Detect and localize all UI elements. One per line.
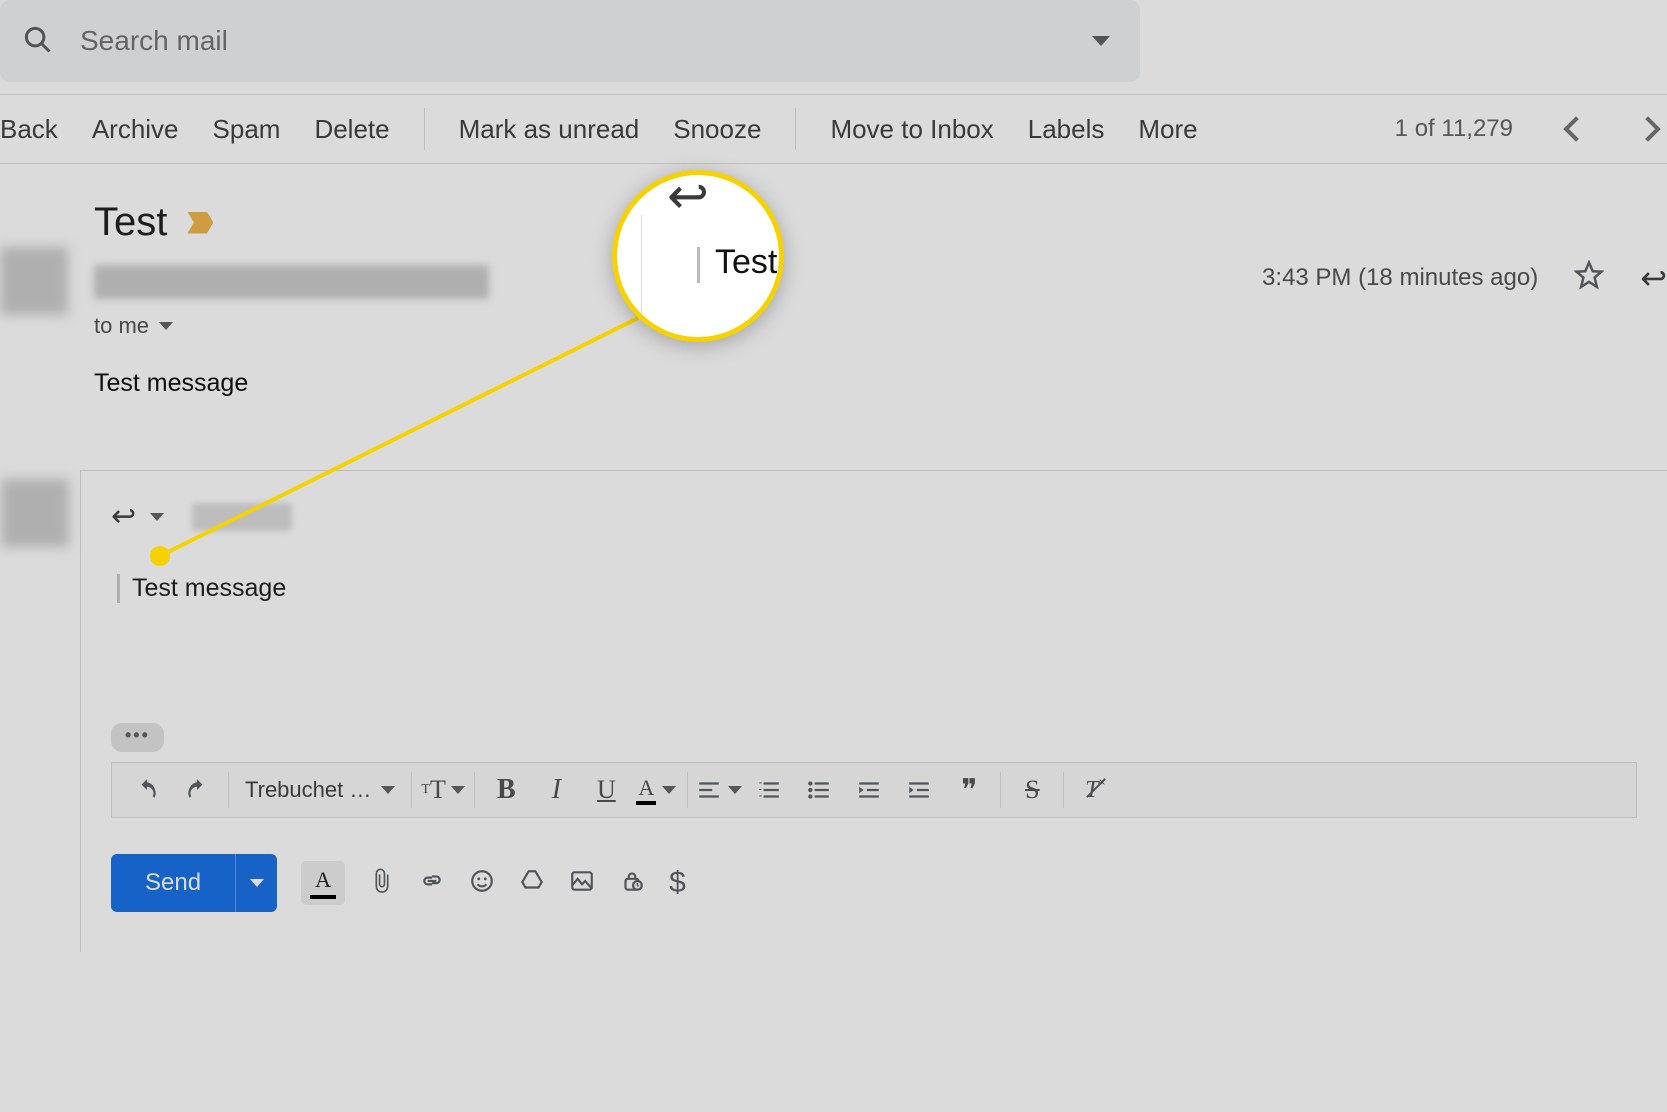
mark-unread-button[interactable]: Mark as unread — [459, 114, 640, 145]
attach-file-icon[interactable] — [369, 868, 395, 899]
important-marker-icon[interactable] — [187, 212, 213, 234]
email-subject: Test — [94, 200, 167, 245]
font-size-button[interactable]: TT — [418, 763, 468, 817]
formatting-options-button[interactable]: A — [301, 861, 345, 905]
quote-button[interactable]: ❞ — [944, 763, 994, 817]
show-trimmed-content-button[interactable]: ••• — [111, 723, 164, 752]
recipient-line[interactable]: to me — [94, 313, 1667, 339]
insert-drive-icon[interactable] — [519, 868, 545, 899]
indent-more-button[interactable] — [894, 763, 944, 817]
toolbar-separator — [424, 108, 425, 150]
reply-mode-dropdown-icon[interactable] — [150, 513, 164, 521]
insert-photo-icon[interactable] — [569, 868, 595, 899]
underline-button[interactable]: U — [581, 763, 631, 817]
align-button[interactable] — [694, 763, 744, 817]
search-options-dropdown[interactable] — [1092, 36, 1110, 46]
search-icon — [22, 24, 52, 59]
toolbar-separator — [795, 108, 796, 150]
send-button[interactable]: Send — [111, 854, 235, 912]
to-label: to me — [94, 313, 149, 339]
magnifier-callout: ↩ Test — [612, 170, 784, 342]
sender-name-redacted — [94, 265, 489, 299]
remove-formatting-button[interactable]: T× — [1070, 763, 1120, 817]
reply-recipient-redacted — [192, 503, 292, 531]
insert-link-icon[interactable] — [419, 868, 445, 899]
mag-reply-icon: ↩ — [667, 170, 709, 225]
indent-less-button[interactable] — [844, 763, 894, 817]
redo-button[interactable] — [172, 763, 222, 817]
reply-compose-box[interactable]: ↩ Test message ••• Trebuchet … TT B I U … — [80, 470, 1667, 952]
reply-icon[interactable]: ↩ — [1640, 259, 1667, 297]
italic-button[interactable]: I — [531, 763, 581, 817]
subject-row: Test — [0, 164, 1667, 265]
email-timestamp: 3:43 PM (18 minutes ago) — [1262, 264, 1538, 292]
magnifier-text: Test — [715, 243, 777, 282]
send-row: Send A $ — [111, 854, 1637, 912]
search-input[interactable] — [80, 25, 1064, 57]
callout-dot — [150, 546, 170, 566]
strikethrough-button[interactable]: S — [1007, 763, 1057, 817]
snooze-button[interactable]: Snooze — [673, 114, 761, 145]
archive-button[interactable]: Archive — [92, 114, 179, 145]
action-toolbar: Back Archive Spam Delete Mark as unread … — [0, 94, 1667, 164]
labels-button[interactable]: Labels — [1028, 114, 1105, 145]
insert-money-icon[interactable]: $ — [669, 866, 686, 900]
back-button[interactable]: Back — [0, 114, 58, 145]
undo-button[interactable] — [122, 763, 172, 817]
star-button[interactable] — [1574, 260, 1604, 297]
message-counter: 1 of 11,279 — [1395, 115, 1513, 143]
reply-mode-icon[interactable]: ↩ — [111, 499, 136, 534]
bulleted-list-button[interactable] — [794, 763, 844, 817]
font-family-select[interactable]: Trebuchet … — [235, 777, 405, 803]
delete-button[interactable]: Delete — [314, 114, 389, 145]
spam-button[interactable]: Spam — [213, 114, 281, 145]
prev-message-button[interactable] — [1557, 104, 1595, 155]
sender-block: to me 3:43 PM (18 minutes ago) ↩ — [0, 265, 1667, 339]
send-button-group: Send — [111, 854, 277, 912]
email-body: Test message — [0, 339, 1667, 398]
bold-button[interactable]: B — [481, 763, 531, 817]
my-avatar — [1, 479, 69, 547]
numbered-list-button[interactable] — [744, 763, 794, 817]
move-to-inbox-button[interactable]: Move to Inbox — [830, 114, 993, 145]
confidential-mode-icon[interactable] — [619, 868, 645, 899]
show-details-dropdown-icon[interactable] — [159, 322, 173, 330]
sender-avatar — [0, 247, 68, 315]
formatting-toolbar: Trebuchet … TT B I U A ❞ S T× — [111, 762, 1637, 818]
insert-emoji-icon[interactable] — [469, 868, 495, 899]
search-bar[interactable] — [0, 0, 1140, 82]
next-message-button[interactable] — [1629, 104, 1667, 155]
quoted-text[interactable]: Test message — [117, 574, 1637, 603]
text-color-button[interactable]: A — [631, 763, 681, 817]
more-button[interactable]: More — [1138, 114, 1197, 145]
send-options-dropdown[interactable] — [235, 854, 277, 912]
